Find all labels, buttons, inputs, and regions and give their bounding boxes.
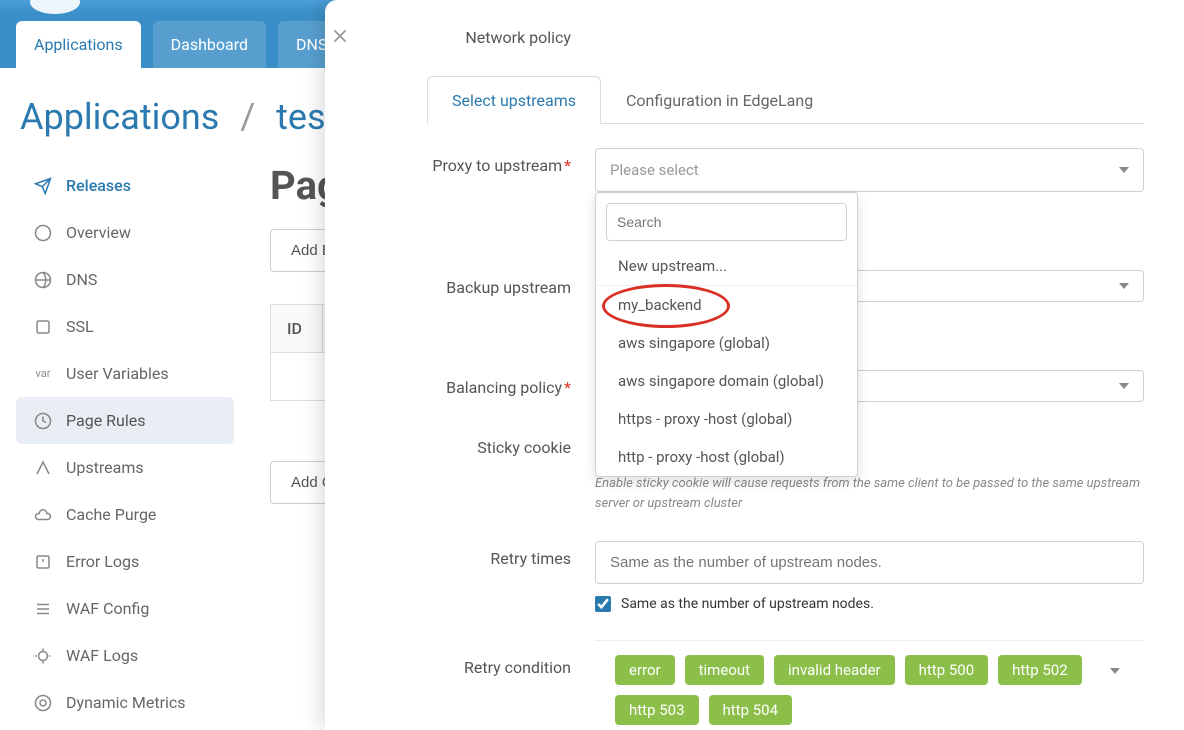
- dropdown-item-my-backend[interactable]: my_backend: [596, 286, 857, 324]
- sidebar-item-error-logs[interactable]: Error Logs: [16, 538, 234, 585]
- sidebar-label: SSL: [66, 317, 94, 336]
- sub-tab-select-upstreams[interactable]: Select upstreams: [427, 76, 601, 124]
- dropdown-item-aws-sg-domain[interactable]: aws singapore domain (global): [596, 362, 857, 400]
- tag-http-502[interactable]: http 502: [998, 655, 1082, 685]
- sidebar: Releases Overview DNS SSL var User Varia…: [0, 162, 250, 726]
- sidebar-label: WAF Config: [66, 599, 149, 618]
- retry-checkbox-label: Same as the number of upstream nodes.: [621, 596, 874, 612]
- sidebar-label: Page Rules: [66, 411, 145, 430]
- retry-times-label: Retry times: [395, 541, 595, 568]
- chevron-down-icon: [1119, 283, 1129, 289]
- breadcrumb-root[interactable]: Applications: [20, 96, 219, 138]
- proxy-select-value: Please select: [610, 161, 699, 179]
- upstream-icon: [34, 459, 52, 477]
- dropdown-item-new[interactable]: New upstream...: [596, 251, 857, 286]
- circle-question-icon: [34, 224, 52, 242]
- dropdown-item-https-proxy[interactable]: https - proxy -host (global): [596, 400, 857, 438]
- sticky-label: Sticky cookie: [395, 430, 595, 457]
- sidebar-label: Error Logs: [66, 552, 139, 571]
- sidebar-label: Overview: [66, 223, 131, 242]
- dropdown-item-aws-sg[interactable]: aws singapore (global): [596, 324, 857, 362]
- alert-icon: [34, 553, 52, 571]
- chevron-down-icon: [1119, 383, 1129, 389]
- sidebar-item-waf-config[interactable]: WAF Config: [16, 585, 234, 632]
- cloud-icon: [34, 506, 52, 524]
- var-icon: var: [34, 365, 52, 383]
- sidebar-item-cache-purge[interactable]: Cache Purge: [16, 491, 234, 538]
- dropdown-item-http-proxy[interactable]: http - proxy -host (global): [596, 438, 857, 476]
- metrics-icon: [34, 694, 52, 712]
- retry-condition-label: Retry condition: [395, 640, 595, 677]
- dropdown-search-input[interactable]: [606, 203, 847, 241]
- bug-icon: [34, 647, 52, 665]
- chevron-down-icon: [1119, 167, 1129, 173]
- tag-error[interactable]: error: [615, 655, 675, 685]
- th-id: ID: [271, 305, 323, 352]
- tag-http-504[interactable]: http 504: [709, 695, 793, 725]
- globe-icon: [34, 271, 52, 289]
- sidebar-item-page-rules[interactable]: Page Rules: [16, 397, 234, 444]
- retry-tags[interactable]: error timeout invalid header http 500 ht…: [595, 640, 1144, 730]
- list-icon: [34, 600, 52, 618]
- sidebar-label: Dynamic Metrics: [66, 693, 186, 712]
- tag-timeout[interactable]: timeout: [685, 655, 764, 685]
- retry-times-input[interactable]: [595, 541, 1144, 584]
- sidebar-item-dynamic-metrics[interactable]: Dynamic Metrics: [16, 679, 234, 726]
- sidebar-label: DNS: [66, 270, 97, 289]
- proxy-label: Proxy to upstream*: [395, 148, 595, 175]
- tag-invalid-header[interactable]: invalid header: [774, 655, 895, 685]
- sidebar-label: Releases: [66, 176, 131, 195]
- network-policy-label: Network policy: [395, 20, 595, 47]
- retry-same-checkbox[interactable]: [595, 596, 611, 612]
- logo: [30, 0, 80, 14]
- certificate-icon: [34, 318, 52, 336]
- sidebar-item-dns[interactable]: DNS: [16, 256, 234, 303]
- modal-panel: Network policy Select upstreams Configur…: [325, 0, 1184, 730]
- sidebar-label: Upstreams: [66, 458, 144, 477]
- sidebar-label: Cache Purge: [66, 505, 156, 524]
- tag-http-503[interactable]: http 503: [615, 695, 699, 725]
- backup-label: Backup upstream: [395, 270, 595, 297]
- sidebar-item-ssl[interactable]: SSL: [16, 303, 234, 350]
- clock-icon: [34, 412, 52, 430]
- close-button[interactable]: [322, 18, 358, 54]
- sticky-help-text: Enable sticky cookie will cause requests…: [595, 474, 1144, 513]
- sidebar-label: WAF Logs: [66, 646, 138, 665]
- sidebar-item-user-variables[interactable]: var User Variables: [16, 350, 234, 397]
- tab-dashboard[interactable]: Dashboard: [153, 21, 266, 68]
- sidebar-item-upstreams[interactable]: Upstreams: [16, 444, 234, 491]
- tab-applications[interactable]: Applications: [16, 21, 141, 68]
- tag-http-500[interactable]: http 500: [905, 655, 989, 685]
- proxy-dropdown: New upstream... my_backend aws singapore…: [595, 192, 858, 477]
- breadcrumb-sep: /: [240, 96, 255, 138]
- sidebar-item-overview[interactable]: Overview: [16, 209, 234, 256]
- sidebar-label: User Variables: [66, 364, 169, 383]
- sub-tabs: Select upstreams Configuration in EdgeLa…: [427, 75, 1144, 124]
- chevron-down-icon[interactable]: [1106, 658, 1124, 682]
- sub-tab-config-edgelang[interactable]: Configuration in EdgeLang: [601, 76, 838, 124]
- paper-plane-icon: [34, 177, 52, 195]
- proxy-select[interactable]: Please select: [595, 148, 1144, 192]
- balancing-label: Balancing policy*: [395, 370, 595, 397]
- sidebar-item-releases[interactable]: Releases: [16, 162, 234, 209]
- sidebar-item-waf-logs[interactable]: WAF Logs: [16, 632, 234, 679]
